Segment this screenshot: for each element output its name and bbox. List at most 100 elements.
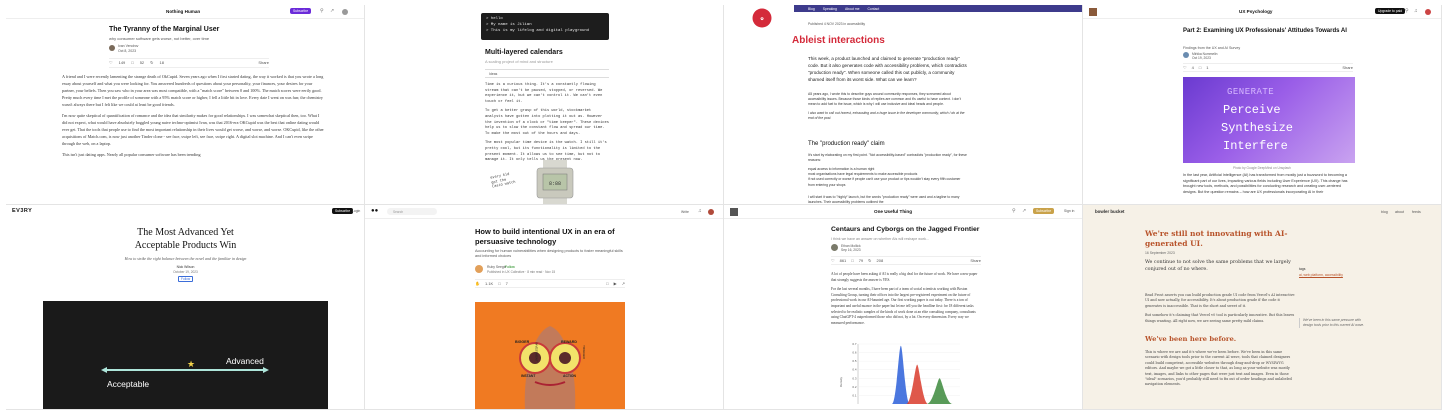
response-icon[interactable]: □ [498, 281, 500, 287]
nav-feeds[interactable]: feeds [1412, 209, 1421, 215]
article-subtitle: How to strike the right balance between … [124, 256, 247, 261]
scale-right-arrow [263, 367, 269, 373]
login-link[interactable]: Login [352, 208, 360, 214]
notification-icon[interactable]: ♫ [1414, 8, 1418, 14]
article-body: A5 years ago, I wrote this to describe g… [808, 92, 968, 121]
restack-icon[interactable]: ↻ [150, 60, 153, 66]
bell-icon[interactable]: ♫ [698, 208, 702, 214]
search-icon[interactable]: ⚲ [1012, 208, 1016, 214]
post-date: Sep 16, 2023 [841, 248, 861, 252]
chart-ylabel: Density [839, 376, 844, 388]
paragraph: I also want to call out honest, exhausti… [808, 110, 965, 120]
like-icon[interactable]: ♡ [109, 60, 113, 66]
article-title: Part 2: Examining UX Professionals' Atti… [1183, 28, 1347, 34]
aside-quote: We've been in this same pressure with de… [1299, 318, 1365, 328]
subscribe-button[interactable]: Subscribe [290, 8, 312, 14]
tags-list[interactable]: ai, web platform, accessibility [1299, 272, 1343, 278]
like-icon[interactable]: ♡ [831, 258, 835, 264]
medium-logo-icon[interactable]: ●● [371, 208, 378, 214]
site-name[interactable]: One Useful Thing [874, 209, 912, 214]
nav-speaking[interactable]: Speaking [823, 7, 837, 11]
site-logo[interactable] [1089, 8, 1097, 16]
article-title: We're still not innovating with AI-gener… [1145, 229, 1288, 248]
post-date: 16 September 2023 [1145, 251, 1175, 255]
y-tick-label: 0.5 [852, 359, 857, 363]
response-count: 7 [505, 280, 508, 286]
article-title: Multi-layered calendars [485, 49, 563, 56]
y-tick-label: 0.3 [852, 376, 857, 380]
article-footer-text: This is where we are and it's where we'v… [1145, 350, 1292, 387]
image-word: GENERATE [1227, 87, 1275, 97]
author-avatar[interactable] [475, 265, 483, 273]
like-icon[interactable]: ♡ [1183, 65, 1187, 71]
site-name[interactable]: bowler bucket [1095, 209, 1125, 214]
share-button[interactable]: Share [970, 258, 981, 264]
follow-button[interactable]: Follow [178, 276, 194, 282]
section-heading: We've been here before. [1145, 335, 1237, 343]
claim-intro: It's start by elaborating on my first po… [808, 153, 967, 163]
glasses-word: INSTANT [521, 374, 536, 378]
author-name[interactable]: Nick Wilson [6, 265, 364, 269]
y-tick-label: 0.2 [852, 385, 857, 389]
avatar[interactable] [708, 209, 714, 215]
share-button[interactable]: Share [1342, 65, 1353, 71]
author-avatar[interactable] [831, 244, 838, 251]
glasses-word: ACTION [563, 374, 576, 378]
comment-icon[interactable]: □ [1199, 65, 1201, 71]
paragraph: Time is a curious thing. It's a constant… [485, 83, 603, 104]
article-title-line-2: Acceptable Products Win [134, 240, 237, 251]
list-item: if not used correctly or worse if people… [808, 177, 961, 187]
share-icon[interactable]: ↗ [622, 281, 625, 287]
image-caption: Photo by Google DeepMind on Unsplash [1233, 166, 1291, 170]
share-button[interactable]: Share [258, 60, 269, 66]
glasses-word: TRIGGER [581, 345, 586, 359]
tag-bar: Ideas [485, 69, 609, 78]
nav-blog[interactable]: Blog [808, 7, 815, 11]
author-avatar[interactable] [1183, 52, 1189, 58]
site-name[interactable]: Nothing Human [166, 9, 200, 14]
nav-about[interactable]: about [1395, 209, 1404, 215]
nav-about[interactable]: About me [845, 7, 860, 11]
nav-blog[interactable]: blog [1381, 209, 1388, 215]
tile-ux-psychology: UX Psychology Upgrade to paid ⚲ ♫ Part 2… [1083, 5, 1442, 205]
paragraph: To get a better grasp of this world, sto… [485, 109, 609, 136]
site-logo[interactable]: EV3RY [12, 208, 32, 214]
play-icon[interactable]: ▶ [614, 281, 617, 287]
comment-icon[interactable]: □ [851, 258, 853, 264]
restack-icon[interactable]: ↻ [868, 258, 871, 264]
navbar: ●● Search Write ♫ [365, 205, 723, 219]
bookmark-icon[interactable]: □ [606, 281, 608, 287]
glasses-word: INVESTMENT [534, 342, 539, 362]
clap-count: 1.1K [484, 280, 494, 286]
comment-icon[interactable]: □ [131, 60, 133, 66]
write-link[interactable]: Write [681, 209, 689, 215]
upgrade-button[interactable]: Upgrade to paid [1375, 8, 1406, 14]
subscribe-button[interactable]: Subscribe [1033, 208, 1055, 214]
tag-pill[interactable]: Ideas [489, 71, 497, 77]
avatar[interactable] [1425, 9, 1431, 15]
article-grid: Nothing Human Subscribe ⚲ ↗ The Tyranny … [6, 5, 1442, 410]
navbar: bowler bucket blog about feeds [1083, 205, 1441, 219]
article-body: Time is a curious thing. It's a constant… [485, 83, 611, 164]
share-icon[interactable]: ↗ [1022, 208, 1026, 214]
clap-icon[interactable]: ✋ [475, 281, 480, 287]
search-icon[interactable]: ⚲ [1405, 8, 1409, 14]
tile-bowler-bucket: bowler bucket blog about feeds We're sti… [1083, 205, 1442, 410]
site-name[interactable]: UX Psychology [1239, 9, 1272, 14]
site-logo[interactable] [730, 208, 738, 216]
scale-label-acceptable: Acceptable [107, 379, 150, 389]
subscribe-button[interactable]: Subscribe [332, 208, 354, 214]
author-avatar[interactable] [109, 45, 115, 51]
article-title: Centaurs and Cyborgs on the Jagged Front… [831, 226, 980, 233]
article-meta: Published in UX Collective · 8 min read … [487, 270, 556, 274]
y-tick-label: 0.7 [852, 342, 857, 346]
site-logo[interactable]: ✿ [752, 8, 772, 28]
paragraph: For the last several months, I have been… [831, 287, 976, 325]
signin-link[interactable]: Sign in [1064, 208, 1074, 214]
section-heading: The "production ready" claim [808, 141, 885, 147]
paragraph: A5 years ago, I wrote this to describe g… [808, 92, 961, 107]
avatar[interactable] [342, 9, 348, 15]
nav-contact[interactable]: Contact [867, 7, 879, 11]
search-icon[interactable]: ⚲ [320, 8, 324, 14]
share-icon[interactable]: ↗ [330, 8, 334, 14]
